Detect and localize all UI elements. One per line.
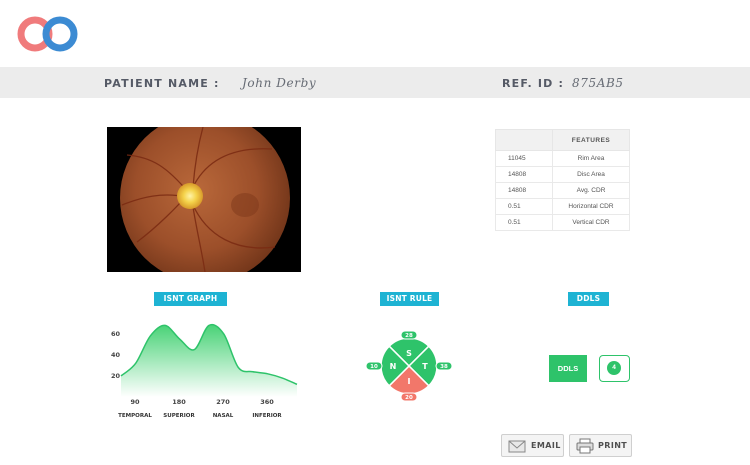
isnt-rule-diagram: S T I N 28 38 20 10 — [365, 330, 453, 402]
x-category-label: TEMPORAL — [118, 413, 152, 419]
table-row: 11045 Rim Area — [495, 150, 630, 167]
feature-name: Vertical CDR — [552, 214, 630, 231]
logo — [17, 16, 78, 52]
table-row: 0.51 Vertical CDR — [495, 214, 630, 231]
quadrant-s-label: S — [406, 349, 412, 358]
quadrant-i-value: 20 — [405, 395, 413, 401]
isnt-rule-tag: ISNT RULE — [380, 292, 439, 306]
fundus-image — [107, 127, 301, 272]
feature-name: Avg. CDR — [552, 182, 630, 199]
x-category-label: NASAL — [213, 413, 234, 419]
email-label: EMAIL — [531, 441, 561, 450]
feature-value: 14808 — [495, 182, 553, 199]
features-header: FEATURES — [552, 129, 630, 151]
ddls-score-box: 4 — [599, 355, 630, 382]
feature-value: 14808 — [495, 166, 553, 183]
quadrant-t-value: 38 — [440, 364, 448, 370]
x-tick-label: 90 — [130, 398, 140, 406]
patient-info-bar: PATIENT NAME : John Derby REF. ID : 875A… — [0, 67, 750, 98]
table-row: 14808 Avg. CDR — [495, 182, 630, 199]
x-tick-label: 270 — [216, 398, 230, 406]
ref-id-label: REF. ID : — [502, 77, 565, 90]
patient-name-label: PATIENT NAME : — [104, 77, 220, 90]
print-label: PRINT — [598, 441, 628, 450]
table-row: 0.51 Horizontal CDR — [495, 198, 630, 215]
quadrant-n-label: N — [390, 362, 397, 371]
x-tick-label: 360 — [260, 398, 274, 406]
isnt-area — [121, 324, 297, 397]
x-category-label: SUPERIOR — [163, 413, 195, 419]
features-header-row: FEATURES — [495, 129, 630, 151]
x-tick-label: 180 — [172, 398, 186, 406]
ref-id-value: 875AB5 — [572, 76, 624, 90]
feature-value: 11045 — [495, 150, 553, 167]
features-table: FEATURES 11045 Rim Area 14808 Disc Area … — [495, 129, 630, 231]
features-header-blank — [495, 129, 553, 151]
quadrant-t-label: T — [422, 362, 428, 371]
x-category-label: INFERIOR — [252, 413, 282, 419]
quadrant-i-label: I — [408, 377, 411, 386]
ddls-tag: DDLS — [568, 292, 609, 306]
isnt-graph-tag: ISNT GRAPH — [154, 292, 227, 306]
patient-name-value: John Derby — [242, 76, 317, 90]
feature-name: Rim Area — [552, 150, 630, 167]
optic-disc — [177, 183, 203, 209]
isnt-graph-chart: 20 40 60 90 180 270 360 TEMPORAL SUPERIOR NASAL… — [111, 323, 298, 419]
ddls-score: 4 — [607, 361, 621, 375]
quadrant-s-value: 28 — [405, 333, 413, 339]
y-tick-label: 40 — [111, 351, 121, 359]
feature-value: 0.51 — [495, 198, 553, 215]
ddls-button[interactable]: DDLS — [549, 355, 587, 382]
email-icon — [508, 440, 526, 453]
printer-icon — [576, 438, 594, 454]
feature-name: Horizontal CDR — [552, 198, 630, 215]
print-button[interactable]: PRINT — [569, 434, 632, 457]
email-button[interactable]: EMAIL — [501, 434, 564, 457]
feature-value: 0.51 — [495, 214, 553, 231]
table-row: 14808 Disc Area — [495, 166, 630, 183]
y-tick-label: 20 — [111, 372, 121, 380]
y-tick-label: 60 — [111, 330, 121, 338]
quadrant-n-value: 10 — [370, 364, 378, 370]
feature-name: Disc Area — [552, 166, 630, 183]
